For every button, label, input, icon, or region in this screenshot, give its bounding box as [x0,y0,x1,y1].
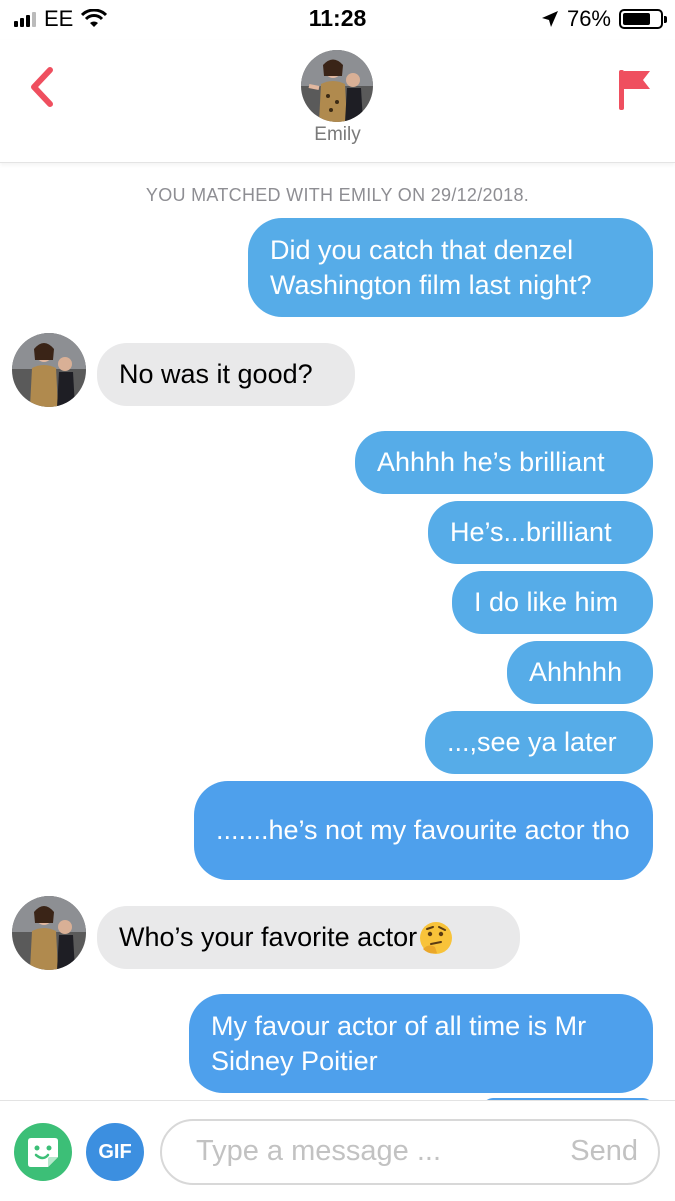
gif-button[interactable]: GIF [86,1123,144,1181]
message-sent[interactable]: .......he’s not my favourite actor tho [194,781,653,880]
message-text: Did you catch that denzel Washington fil… [270,234,592,300]
avatar[interactable] [301,50,373,122]
chevron-left-icon[interactable] [22,62,62,112]
message-sent[interactable]: I do like him [452,571,653,634]
message-sent[interactable]: Ahhhh he’s brilliant [355,431,653,494]
thinking-face-emoji [419,921,453,955]
match-name[interactable]: Emily [0,124,675,146]
sticker-icon [28,1138,58,1167]
chat-header: Emily [0,40,675,163]
flag-icon[interactable] [617,68,653,112]
message-sent[interactable]: He’s...brilliant [428,501,653,564]
message-text: He’s...brilliant [450,517,612,547]
message-sent[interactable]: ...,see ya later [425,711,653,774]
avatar[interactable] [12,896,86,970]
message-text: Who’s your favorite actor [119,922,418,952]
message-placeholder: Type a message ... [196,1135,442,1167]
battery-icon [619,9,667,29]
message-received[interactable]: No was it good? [97,343,355,406]
message-text: I do like him [474,587,619,617]
send-button[interactable]: Send [570,1135,638,1168]
message-sent[interactable]: Did you catch that denzel Washington fil… [248,218,653,317]
message-text: Ahhhh he’s brilliant [377,447,605,477]
sticker-button[interactable] [14,1123,72,1181]
location-arrow-icon [541,11,558,27]
message-text: .......he’s not my favourite actor tho [216,815,630,845]
battery-percent: 76% [566,6,611,31]
message-composer: GIF Type a message ... Send [0,1100,675,1201]
message-received[interactable]: Who’s your favorite actor [97,906,520,969]
status-bar: EE 11:28 76% [0,0,675,40]
message-text: My favour actor of all time is Mr Sidney… [211,1010,587,1076]
message-input[interactable]: Type a message ... Send [160,1119,660,1185]
battery-group: 76% [541,6,667,32]
avatar[interactable] [12,333,86,407]
message-text: Ahhhhh [529,657,623,687]
message-text: No was it good? [119,359,313,389]
match-notice: YOU MATCHED WITH EMILY ON 29/12/2018. [145,185,530,205]
message-sent[interactable]: My favour actor of all time is Mr Sidney… [189,994,653,1093]
message-text: ...,see ya later [447,727,617,757]
message-sent[interactable]: Ahhhhh [507,641,653,704]
